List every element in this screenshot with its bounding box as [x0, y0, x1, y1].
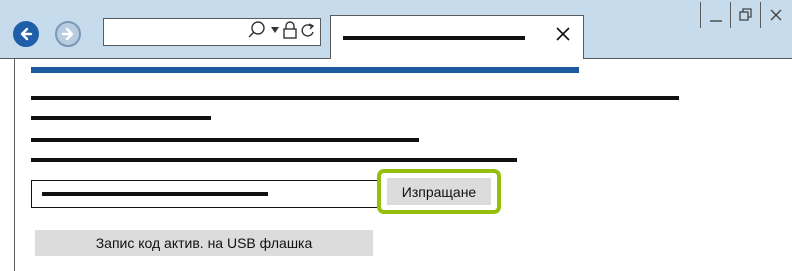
close-icon: [556, 27, 570, 41]
tab-title-placeholder: [343, 36, 525, 40]
text-placeholder-line: [31, 116, 211, 120]
save-to-usb-button[interactable]: Запис код актив. на USB флашка: [35, 230, 373, 256]
text-placeholder-line: [31, 138, 419, 142]
browser-tab[interactable]: [330, 15, 584, 59]
address-bar[interactable]: [103, 18, 321, 46]
browser-toolbar: [0, 0, 792, 59]
code-input-field[interactable]: [31, 180, 385, 208]
text-placeholder-line: [31, 158, 517, 162]
minimize-button[interactable]: [700, 2, 730, 28]
restore-icon: [738, 8, 752, 21]
minimize-icon: [709, 20, 722, 22]
browser-window: Изпращане Запис код актив. на USB флашка: [0, 0, 792, 271]
send-button[interactable]: Изпращане: [387, 178, 491, 205]
restore-button[interactable]: [730, 2, 760, 28]
search-icon[interactable]: [246, 20, 268, 45]
tab-close-button[interactable]: [553, 24, 573, 44]
arrow-left-icon: [20, 27, 33, 41]
refresh-icon[interactable]: [300, 20, 316, 45]
address-bar-icons: [246, 20, 316, 45]
forward-button[interactable]: [55, 21, 81, 47]
page-header-bar: [31, 67, 579, 73]
arrow-right-icon: [61, 27, 74, 41]
highlight-frame: Изпращане: [377, 169, 501, 214]
text-placeholder-line: [31, 96, 679, 100]
window-controls: [700, 2, 790, 28]
lock-icon[interactable]: [282, 20, 298, 45]
dropdown-icon[interactable]: [270, 20, 280, 45]
input-text-placeholder: [42, 192, 268, 196]
close-icon: [770, 9, 781, 21]
back-button[interactable]: [13, 21, 39, 47]
page-content: Изпращане Запис код актив. на USB флашка: [14, 59, 792, 271]
window-close-button[interactable]: [760, 2, 790, 28]
